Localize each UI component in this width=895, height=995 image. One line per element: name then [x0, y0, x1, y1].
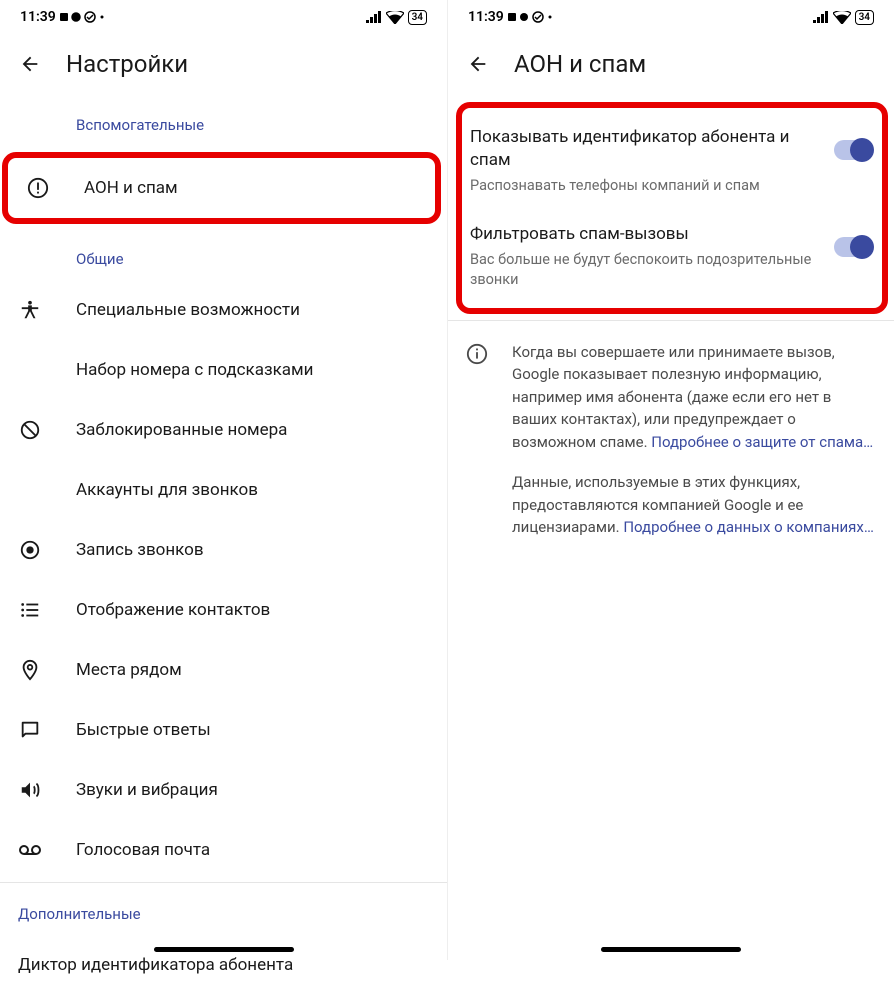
divider	[448, 320, 894, 321]
info-paragraph-2: Данные, используемые в этих функциях, пр…	[512, 471, 874, 539]
page-title: АОН и спам	[514, 50, 646, 78]
alert-circle-icon	[26, 176, 50, 200]
link-spam-protection[interactable]: Подробнее о защите от спама…	[651, 433, 873, 451]
header: Настройки	[0, 32, 447, 96]
caller-id-spam-screen: 11:39 34 АОН и спам Показывать идентифик…	[447, 0, 894, 960]
setting-label: Заблокированные номера	[76, 420, 287, 440]
signal-icon	[813, 11, 829, 23]
battery-level: 34	[855, 10, 874, 25]
divider	[0, 882, 447, 883]
status-left-icons	[60, 10, 116, 24]
toggle-show-caller-id[interactable]: Показывать идентификатор абонента и спам…	[462, 112, 882, 209]
toggle-title: Показывать идентификатор абонента и спам	[470, 126, 822, 172]
wifi-icon	[833, 11, 851, 24]
page-title: Настройки	[66, 50, 188, 78]
row-sounds-vibration[interactable]: Звуки и вибрация	[0, 760, 447, 820]
row-caller-id-spam[interactable]: АОН и спам	[8, 158, 435, 218]
switch-show-caller-id[interactable]	[834, 140, 872, 160]
row-calling-accounts[interactable]: Аккаунты для звонков	[0, 460, 447, 520]
setting-label: Быстрые ответы	[76, 720, 211, 740]
setting-label: Отображение контактов	[76, 600, 270, 620]
row-blocked-numbers[interactable]: Заблокированные номера	[0, 400, 447, 460]
accessibility-icon	[18, 298, 42, 322]
toggle-subtitle: Распознавать телефоны компаний и спам	[470, 176, 822, 196]
info-block: Когда вы совершаете или принимаете вызов…	[448, 323, 894, 567]
setting-label: Набор номера с подсказками	[76, 360, 313, 380]
info-paragraph-1: Когда вы совершаете или принимаете вызов…	[512, 341, 874, 454]
setting-label: Голосовая почта	[76, 840, 210, 860]
header: АОН и спам	[448, 32, 894, 96]
setting-label: Запись звонков	[76, 540, 204, 560]
chat-icon	[18, 718, 42, 742]
setting-label: Звуки и вибрация	[76, 780, 218, 800]
block-icon	[18, 418, 42, 442]
row-accessibility[interactable]: Специальные возможности	[0, 280, 447, 340]
row-caller-id-announce[interactable]: Диктор идентификатора абонента	[0, 935, 447, 995]
setting-label: АОН и спам	[84, 178, 178, 198]
link-company-data[interactable]: Подробнее о данных о компаниях…	[623, 518, 874, 536]
row-nearby-places[interactable]: Места рядом	[0, 640, 447, 700]
section-aux: Вспомогательные	[0, 96, 447, 146]
status-time: 11:39	[20, 9, 56, 25]
nav-indicator[interactable]	[154, 947, 294, 952]
back-button[interactable]	[18, 52, 42, 76]
status-bar: 11:39 34	[448, 0, 894, 32]
section-general: Общие	[0, 230, 447, 280]
toggle-subtitle: Вас больше не будут беспокоить подозрите…	[470, 250, 822, 289]
status-time: 11:39	[468, 9, 504, 25]
volume-icon	[18, 778, 42, 802]
toggle-title: Фильтровать спам-вызовы	[470, 223, 822, 246]
battery-level: 34	[408, 10, 427, 25]
highlight-toggles: Показывать идентификатор абонента и спам…	[456, 102, 888, 314]
status-bar: 11:39 34	[0, 0, 447, 32]
status-left-icons	[508, 10, 564, 24]
switch-filter-spam[interactable]	[834, 237, 872, 257]
section-extra: Дополнительные	[0, 885, 447, 935]
row-call-recording[interactable]: Запись звонков	[0, 520, 447, 580]
voicemail-icon	[18, 838, 42, 862]
row-display-options[interactable]: Отображение контактов	[0, 580, 447, 640]
arrow-left-icon	[19, 53, 41, 75]
nav-indicator[interactable]	[601, 947, 741, 952]
record-icon	[18, 538, 42, 562]
row-quick-responses[interactable]: Быстрые ответы	[0, 700, 447, 760]
setting-label: Аккаунты для звонков	[76, 480, 258, 500]
location-icon	[18, 658, 42, 682]
row-assisted-dialing[interactable]: Набор номера с подсказками	[0, 340, 447, 400]
highlight-caller-id: АОН и спам	[2, 152, 441, 224]
row-voicemail[interactable]: Голосовая почта	[0, 820, 447, 880]
list-icon	[18, 598, 42, 622]
settings-screen: 11:39 34 Настройки Вспомогательные АОН и…	[0, 0, 447, 960]
arrow-left-icon	[467, 53, 489, 75]
setting-label: Диктор идентификатора абонента	[18, 955, 293, 975]
toggle-filter-spam[interactable]: Фильтровать спам-вызовы Вас больше не бу…	[462, 209, 882, 303]
signal-icon	[366, 11, 382, 23]
info-icon	[466, 343, 488, 365]
wifi-icon	[386, 11, 404, 24]
setting-label: Места рядом	[76, 660, 182, 680]
back-button[interactable]	[466, 52, 490, 76]
setting-label: Специальные возможности	[76, 300, 300, 320]
